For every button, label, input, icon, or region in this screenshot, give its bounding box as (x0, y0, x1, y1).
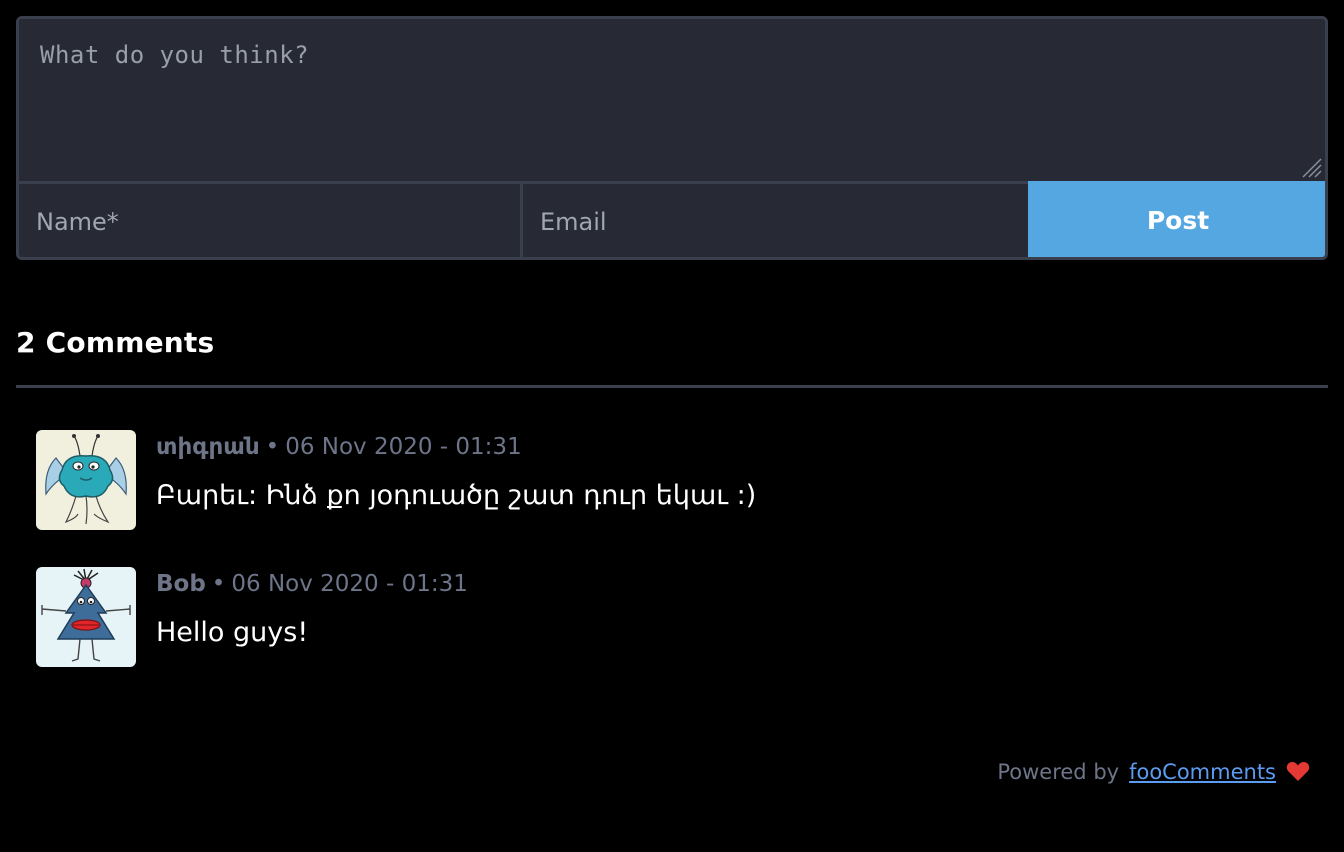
comment-item: տիգրան • 06 Nov 2020 - 01:31 Բարեւ: Ինձ քո… (36, 430, 1316, 532)
comments-count-heading: 2 Comments (16, 326, 215, 359)
comment-author: Bob (156, 571, 206, 597)
form-fields-row: Post (19, 181, 1325, 257)
powered-by-text: Powered by (997, 760, 1120, 784)
divider (16, 385, 1328, 388)
comment-date: 06 Nov 2020 - 01:31 (285, 434, 522, 460)
post-button[interactable]: Post (1028, 181, 1325, 257)
heart-icon (1286, 761, 1310, 781)
resize-grip-icon[interactable] (1299, 155, 1323, 179)
email-field[interactable] (523, 184, 1028, 257)
comments-widget: Post 2 Comments (0, 0, 1344, 852)
comment-date: 06 Nov 2020 - 01:31 (231, 571, 468, 597)
comment-author: տիգրան (156, 434, 260, 460)
meta-separator: • (211, 571, 226, 597)
foocomments-link[interactable]: fooComments (1129, 760, 1276, 784)
comment-meta: տիգրան • 06 Nov 2020 - 01:31 (156, 434, 522, 460)
powered-by-footer: Powered by fooComments (997, 760, 1310, 784)
meta-separator: • (265, 434, 280, 460)
tree-creature-avatar-icon (36, 567, 136, 667)
alien-face-avatar-icon (36, 430, 136, 530)
comment-textarea[interactable] (19, 19, 1325, 181)
comment-item: Bob • 06 Nov 2020 - 01:31 Hello guys! (36, 567, 1316, 669)
name-field[interactable] (19, 184, 523, 257)
comment-text: Բարեւ: Ինձ քո յօդուածը շատ դուր եկաւ :) (156, 480, 757, 511)
comment-meta: Bob • 06 Nov 2020 - 01:31 (156, 571, 468, 597)
comment-form: Post (16, 16, 1328, 260)
comment-text: Hello guys! (156, 617, 309, 648)
